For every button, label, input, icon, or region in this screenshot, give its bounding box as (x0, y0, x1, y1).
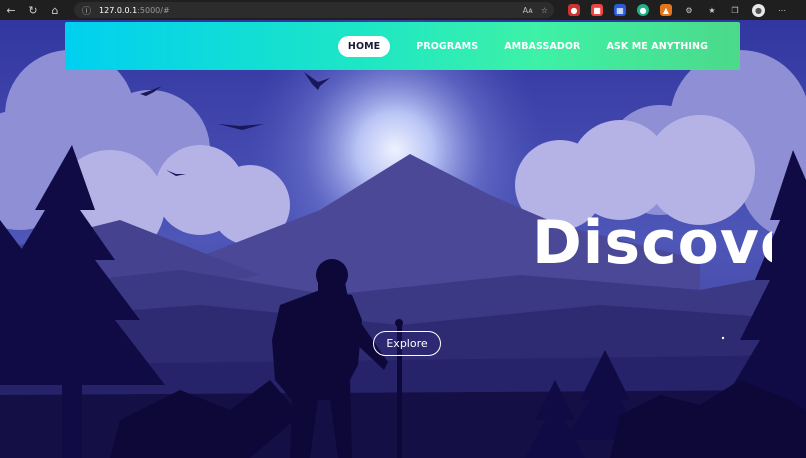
address-bar[interactable]: ⓘ 127.0.0.1 :5000/# Aᴀ ☆ (74, 2, 554, 18)
extension-icon[interactable]: ▦ (614, 4, 626, 16)
home-icon[interactable]: ⌂ (44, 0, 66, 20)
reload-icon[interactable]: ↻ (22, 0, 44, 20)
url-path: :5000/# (137, 5, 170, 15)
profile-avatar[interactable]: ● (752, 3, 765, 17)
hero-title: Discover (532, 208, 772, 278)
extension-icon[interactable]: ● (637, 4, 649, 16)
nav-ask-me-anything[interactable]: ASK ME ANYTHING (606, 41, 708, 52)
favorites-icon[interactable]: ★ (706, 4, 718, 16)
favorite-icon[interactable]: ☆ (541, 6, 548, 15)
nav-programs[interactable]: PROGRAMS (416, 41, 478, 52)
extension-icon[interactable]: ● (568, 4, 580, 16)
extension-icon[interactable]: ▲ (660, 4, 672, 16)
read-aloud-icon[interactable]: Aᴀ (523, 6, 533, 15)
url-host: 127.0.0.1 (99, 5, 138, 15)
nav-ambassador[interactable]: AMBASSADOR (504, 41, 580, 52)
extensions-bar: ● ■ ▦ ● ▲ ⚙ ★ ❐ ● ⋯ (568, 3, 788, 17)
browser-toolbar: ← ↻ ⌂ ⓘ 127.0.0.1 :5000/# Aᴀ ☆ ● ■ ▦ ● ▲… (0, 0, 806, 20)
more-menu-icon[interactable]: ⋯ (776, 4, 788, 16)
explore-button[interactable]: Explore (373, 331, 441, 356)
extensions-puzzle-icon[interactable]: ⚙ (683, 4, 695, 16)
page-viewport: HOME PROGRAMS AMBASSADOR ASK ME ANYTHING… (0, 20, 806, 458)
info-icon[interactable]: ⓘ (82, 4, 91, 17)
star (721, 336, 725, 340)
main-navbar: HOME PROGRAMS AMBASSADOR ASK ME ANYTHING (65, 22, 740, 70)
nav-home[interactable]: HOME (337, 35, 391, 57)
back-icon[interactable]: ← (0, 0, 22, 20)
extension-icon[interactable]: ■ (591, 4, 603, 16)
collections-icon[interactable]: ❐ (729, 4, 741, 16)
